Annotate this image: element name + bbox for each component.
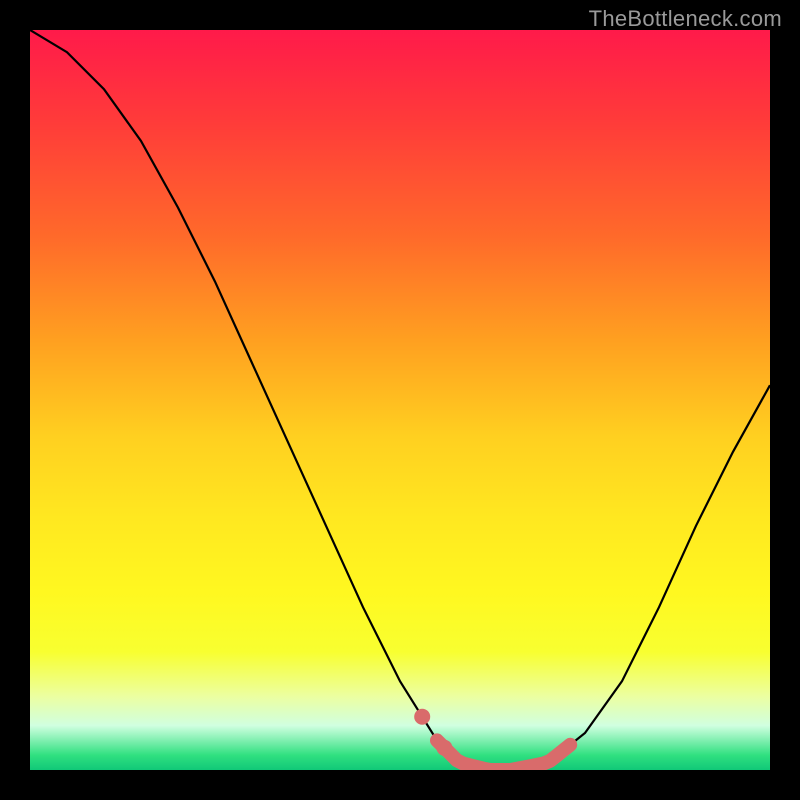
watermark-text: TheBottleneck.com [589, 6, 782, 32]
highlight-dot-2 [436, 740, 452, 756]
highlight-dot-1 [414, 709, 430, 725]
bottleneck-curve-path [30, 30, 770, 770]
chart-plot-area [30, 30, 770, 770]
bottleneck-curve-svg [30, 30, 770, 770]
highlight-segment [437, 740, 570, 770]
